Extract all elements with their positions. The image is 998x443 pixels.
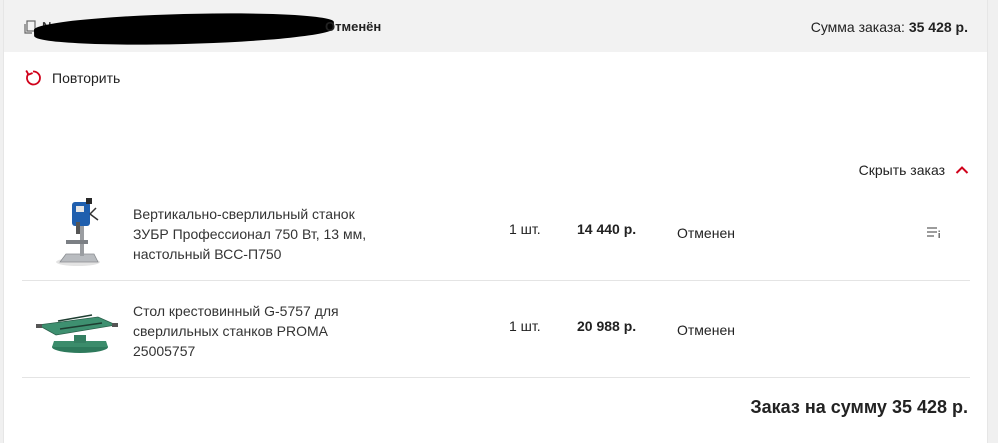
product-quantity: 1 шт. (509, 221, 541, 237)
cross-table-image[interactable] (36, 291, 118, 367)
redaction-mark (33, 10, 335, 48)
item-details-icon[interactable] (926, 225, 942, 239)
hide-order-toggle[interactable]: Скрыть заказ (859, 162, 969, 178)
order-sum: Сумма заказа: 35 428 р. (811, 19, 968, 35)
product-price: 20 988 р. (577, 318, 637, 334)
product-name[interactable]: Стол крестовинный G-5757 для сверлильных… (133, 301, 383, 361)
repeat-button[interactable]: Повторить (23, 68, 120, 88)
order-item-row: Вертикально-сверлильный станок ЗУБР Проф… (22, 184, 970, 281)
product-price: 14 440 р. (577, 221, 637, 237)
repeat-label: Повторить (52, 70, 121, 86)
product-quantity: 1 шт. (509, 318, 541, 334)
order-total: Заказ на сумму 35 428 р. (750, 397, 968, 417)
item-status: Отменен (677, 225, 735, 241)
chevron-up-icon (955, 166, 969, 174)
item-status: Отменен (677, 322, 735, 338)
order-sum-value: 35 428 р. (908, 19, 968, 35)
product-name[interactable]: Вертикально-сверлильный станок ЗУБР Проф… (133, 204, 383, 264)
order-header: № Отменён Сумма заказа: 35 428 р. (4, 0, 987, 52)
repeat-icon (25, 70, 41, 86)
order-card: № Отменён Сумма заказа: 35 428 р. Повтор… (3, 0, 988, 443)
order-item-row: Стол крестовинный G-5757 для сверлильных… (22, 281, 970, 378)
order-sum-label: Сумма заказа: (810, 19, 905, 35)
hide-order-label: Скрыть заказ (858, 162, 945, 178)
drill-press-image[interactable] (36, 194, 118, 270)
order-status: Отменён (325, 19, 382, 34)
